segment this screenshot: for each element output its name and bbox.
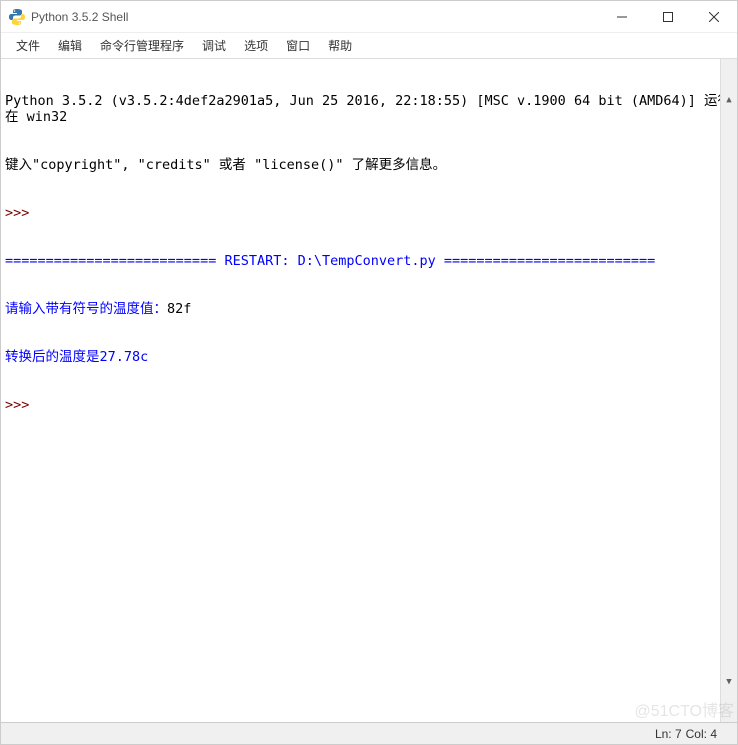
console-area[interactable]: Python 3.5.2 (v3.5.2:4def2a2901a5, Jun 2… <box>1 59 737 722</box>
menu-help[interactable]: 帮助 <box>319 33 361 58</box>
window-title: Python 3.5.2 Shell <box>31 10 599 24</box>
menubar: 文件 编辑 命令行管理程序 调试 选项 窗口 帮助 <box>1 33 737 59</box>
window-controls <box>599 1 737 32</box>
statusbar: Ln: 7 Col: 4 <box>1 722 737 744</box>
titlebar: Python 3.5.2 Shell <box>1 1 737 33</box>
scroll-up-arrow[interactable]: ▲ <box>721 91 737 108</box>
maximize-button[interactable] <box>645 1 691 32</box>
banner-line-1: Python 3.5.2 (v3.5.2:4def2a2901a5, Jun 2… <box>5 93 733 125</box>
menu-window[interactable]: 窗口 <box>277 33 319 58</box>
close-button[interactable] <box>691 1 737 32</box>
menu-shell[interactable]: 命令行管理程序 <box>91 33 193 58</box>
user-input: 82f <box>167 301 191 317</box>
prompt: >>> <box>5 397 38 413</box>
input-prompt-text: 请输入带有符号的温度值： <box>5 301 167 317</box>
output-line: 转换后的温度是27.78c <box>5 349 733 365</box>
menu-options[interactable]: 选项 <box>235 33 277 58</box>
vertical-scrollbar[interactable]: ▲ ▼ <box>720 59 737 722</box>
status-line: Ln: 7 <box>655 727 682 741</box>
menu-debug[interactable]: 调试 <box>193 33 235 58</box>
menu-edit[interactable]: 编辑 <box>49 33 91 58</box>
python-icon <box>9 9 25 25</box>
banner-line-2: 键入"copyright", "credits" 或者 "license()" … <box>5 157 733 173</box>
restart-line: ========================== RESTART: D:\T… <box>5 253 733 269</box>
minimize-button[interactable] <box>599 1 645 32</box>
menu-file[interactable]: 文件 <box>7 33 49 58</box>
prompt: >>> <box>5 205 38 221</box>
scroll-down-arrow[interactable]: ▼ <box>721 673 737 690</box>
status-col: Col: 4 <box>686 727 717 741</box>
